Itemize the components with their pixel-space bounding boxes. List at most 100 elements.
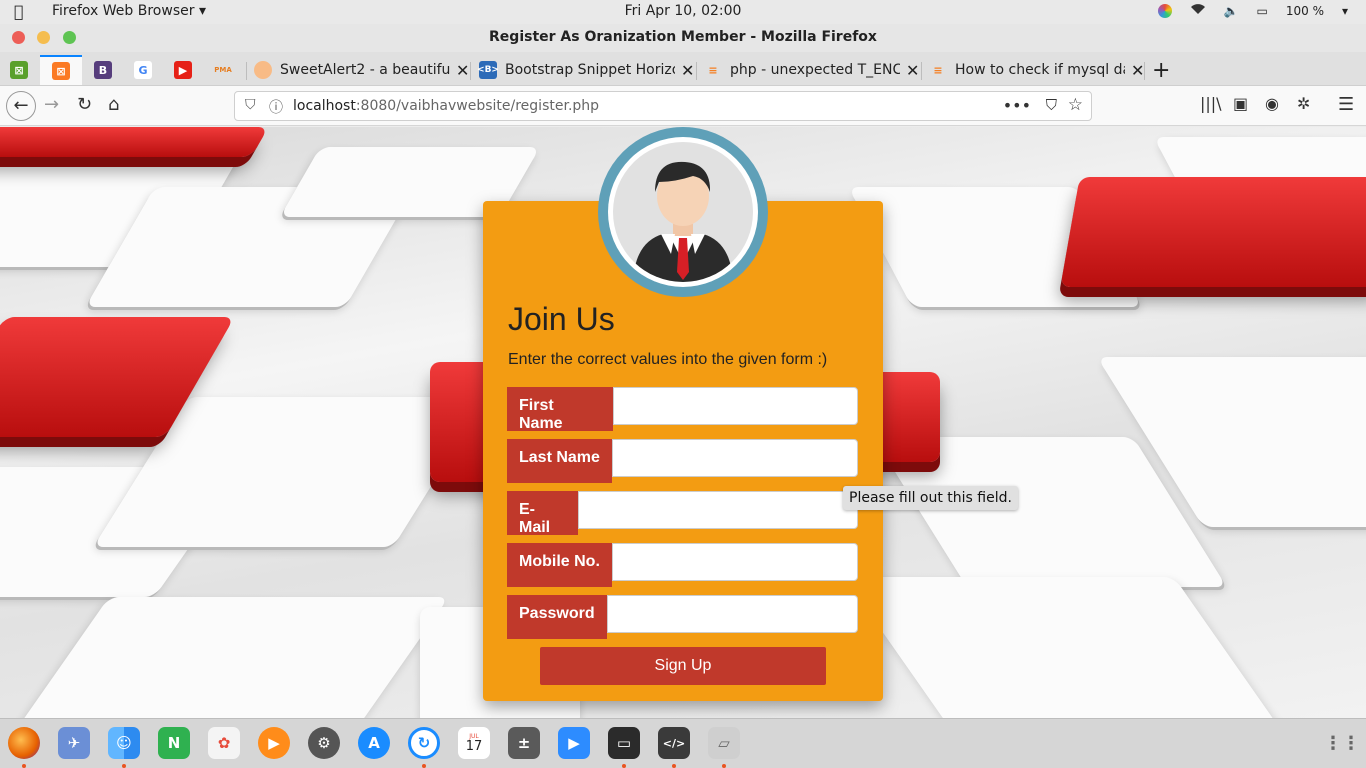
- background-tile: [843, 577, 1287, 718]
- pocket-icon[interactable]: ⛉: [1046, 96, 1057, 114]
- mobile-label: Mobile No.: [507, 543, 612, 587]
- media-player-dock-icon[interactable]: ▶: [258, 727, 290, 759]
- running-indicator: [422, 764, 426, 768]
- tab-sweetalert[interactable]: SweetAlert2 - a beautiful ✕: [254, 55, 469, 85]
- pinned-tab-xampp-active[interactable]: ⊠: [40, 55, 82, 85]
- form-instructions: Enter the correct values into the given …: [508, 351, 828, 368]
- last-name-row: Last Name: [507, 439, 858, 483]
- url-bar[interactable]: ⛉ ⓘ localhost:8080/vaibhavwebsite/regist…: [234, 91, 1092, 121]
- tab-separator: [246, 62, 247, 80]
- screenshot-dock-icon[interactable]: ▱: [708, 727, 740, 759]
- forward-button[interactable]: →: [44, 94, 59, 115]
- tab-php-unexpected[interactable]: ≡ php - unexpected T_ENC ✕: [704, 55, 919, 85]
- volume-icon[interactable]: 🔈: [1224, 4, 1239, 18]
- xampp-icon: ⊠: [52, 62, 70, 80]
- stackoverflow-icon: ≡: [708, 63, 718, 77]
- pinned-tab-xampp-green[interactable]: ⊠: [2, 55, 36, 85]
- close-tab-icon[interactable]: ✕: [1131, 61, 1144, 80]
- new-tab-button[interactable]: +: [1152, 55, 1170, 85]
- last-name-label: Last Name: [507, 439, 612, 483]
- zoom-dock-icon[interactable]: ▶: [558, 727, 590, 759]
- notes-dock-icon[interactable]: N: [158, 727, 190, 759]
- running-indicator: [22, 764, 26, 768]
- first-name-input[interactable]: [613, 387, 858, 425]
- pinned-tab-google[interactable]: G: [126, 55, 160, 85]
- url-text[interactable]: localhost:8080/vaibhavwebsite/register.p…: [293, 98, 599, 114]
- bookmark-star-icon[interactable]: ☆: [1068, 95, 1083, 115]
- library-icon[interactable]: |||\: [1200, 94, 1222, 113]
- app-name-label: Firefox Web Browser: [52, 3, 195, 19]
- pinned-tab-phpmyadmin[interactable]: PMA: [206, 55, 240, 85]
- tab-bootstrap-snippet[interactable]: <B> Bootstrap Snippet Horizo ✕: [477, 55, 694, 85]
- bootstrap-icon: B: [94, 61, 112, 79]
- window-title-bar: Register As Oranization Member - Mozilla…: [0, 24, 1366, 52]
- password-input[interactable]: [607, 595, 858, 633]
- youtube-icon: ▶: [174, 61, 192, 79]
- running-indicator: [122, 764, 126, 768]
- red-background-tile: [1060, 177, 1366, 287]
- phpmyadmin-icon: PMA: [214, 66, 232, 74]
- first-name-row: First Name: [507, 387, 858, 432]
- reload-button[interactable]: ↻: [77, 94, 92, 115]
- avatar-image: [613, 142, 753, 282]
- firefox-dock-icon[interactable]: [8, 727, 40, 759]
- close-tab-icon[interactable]: ✕: [906, 61, 919, 80]
- pinned-tab-bootstrap[interactable]: B: [86, 55, 120, 85]
- sweetalert-icon: [254, 61, 272, 79]
- sidebar-icon[interactable]: ▣: [1233, 94, 1248, 113]
- chevron-down-icon[interactable]: ▾: [1342, 4, 1348, 18]
- tab-label: SweetAlert2 - a beautiful: [280, 62, 450, 78]
- last-name-input[interactable]: [612, 439, 858, 477]
- tab-separator: [921, 62, 922, 80]
- apple-menu-icon[interactable]: : [14, 2, 24, 21]
- terminal-dock-icon[interactable]: ▭: [608, 727, 640, 759]
- system-top-bar:  Firefox Web Browser ▾ Fri Apr 10, 02:0…: [0, 0, 1366, 24]
- tab-separator: [696, 62, 697, 80]
- password-label: Password: [507, 595, 607, 639]
- xampp-icon: ⊠: [10, 61, 28, 79]
- tracking-protection-shield-icon[interactable]: ⛉: [245, 97, 256, 113]
- calendar-dock-icon[interactable]: JUL 17: [458, 727, 490, 759]
- dock: ✈ ☺ N ✿ ▶ ⚙ A ↻ JUL 17 ± ▶ ▭ </> ▱ ⋮⋮: [0, 718, 1366, 768]
- tab-separator: [1144, 62, 1145, 80]
- hamburger-menu-icon[interactable]: ☰: [1338, 94, 1354, 115]
- close-tab-icon[interactable]: ✕: [681, 61, 694, 80]
- email-input[interactable]: [578, 491, 858, 529]
- tab-label: php - unexpected T_ENC: [730, 62, 900, 78]
- tab-mysql-check[interactable]: ≡ How to check if mysql da ✕: [929, 55, 1144, 85]
- color-picker-icon[interactable]: [1157, 3, 1172, 18]
- extension-icon[interactable]: ✲: [1297, 94, 1310, 113]
- mail-app-dock-icon[interactable]: ✈: [58, 727, 90, 759]
- account-icon[interactable]: ◉: [1265, 94, 1279, 113]
- bootsnipp-icon: <B>: [477, 61, 499, 79]
- wifi-icon[interactable]: [1190, 3, 1206, 18]
- email-row: E-Mail: [507, 491, 858, 536]
- running-indicator: [672, 764, 676, 768]
- app-store-dock-icon[interactable]: A: [358, 727, 390, 759]
- tab-label: How to check if mysql da: [955, 62, 1125, 78]
- back-button[interactable]: ←: [6, 91, 36, 121]
- calendar-day: 17: [465, 738, 483, 754]
- sync-dock-icon[interactable]: ↻: [408, 727, 440, 759]
- mobile-input[interactable]: [612, 543, 858, 581]
- close-tab-icon[interactable]: ✕: [456, 61, 469, 80]
- finder-dock-icon[interactable]: ☺: [108, 727, 140, 759]
- photos-dock-icon[interactable]: ✿: [208, 727, 240, 759]
- battery-icon[interactable]: ▭: [1257, 4, 1268, 18]
- sign-up-button[interactable]: Sign Up: [540, 647, 826, 685]
- google-icon: G: [134, 61, 152, 79]
- home-button[interactable]: ⌂: [108, 94, 119, 115]
- pinned-tab-youtube[interactable]: ▶: [166, 55, 200, 85]
- system-settings-dock-icon[interactable]: ⚙: [308, 727, 340, 759]
- page-title: Join Us: [508, 301, 615, 337]
- code-editor-dock-icon[interactable]: </>: [658, 727, 690, 759]
- app-grid-dock-icon[interactable]: ⋮⋮: [1324, 727, 1360, 759]
- stackoverflow-icon: ≡: [933, 63, 943, 77]
- active-app-menu[interactable]: Firefox Web Browser ▾: [52, 3, 206, 19]
- battery-percent[interactable]: 100 %: [1286, 4, 1324, 18]
- site-info-icon[interactable]: ⓘ: [269, 97, 283, 117]
- calculator-dock-icon[interactable]: ±: [508, 727, 540, 759]
- url-host: localhost: [293, 98, 356, 114]
- red-background-tile: [0, 127, 269, 157]
- page-actions-menu-icon[interactable]: •••: [1003, 96, 1031, 115]
